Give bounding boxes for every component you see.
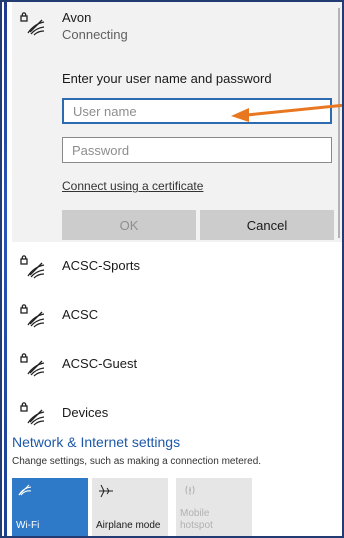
network-flyout: Avon Connecting Enter your user name and… [0, 0, 344, 538]
cancel-button[interactable]: Cancel [200, 210, 334, 240]
wifi-icon [18, 484, 32, 496]
airplane-icon [99, 484, 113, 498]
network-item[interactable]: ACSC-Sports [12, 243, 342, 291]
network-status: Connecting [62, 27, 128, 42]
connecting-network-item: Avon Connecting Enter your user name and… [12, 2, 342, 242]
secured-wifi-icon [20, 304, 45, 328]
network-settings-link[interactable]: Network & Internet settings [12, 434, 180, 450]
scrollbar[interactable] [338, 8, 340, 238]
network-item[interactable]: ACSC-Guest [12, 341, 342, 389]
network-name: Avon [62, 10, 92, 25]
credential-prompt: Enter your user name and password [62, 71, 272, 86]
wifi-label: Wi-Fi [16, 520, 40, 531]
secured-wifi-icon [20, 353, 45, 377]
hotspot-label: Mobile hotspot [180, 508, 213, 532]
network-name: ACSC [62, 307, 99, 322]
connect-certificate-link[interactable]: Connect using a certificate [62, 179, 203, 193]
secured-wifi-icon [20, 402, 45, 426]
hotspot-label-line1: Mobile [180, 508, 210, 519]
ok-button[interactable]: OK [62, 210, 196, 240]
quick-actions: Wi-Fi Airplane mode Mobile hotspot [12, 478, 342, 536]
annotation-arrow [231, 103, 342, 122]
network-item[interactable]: Devices [12, 390, 342, 438]
hotspot-label-line2: hotspot [180, 520, 213, 531]
password-input[interactable] [62, 137, 332, 163]
airplane-mode-toggle[interactable]: Airplane mode [92, 478, 168, 536]
network-name: ACSC-Guest [62, 356, 138, 371]
network-item[interactable]: ACSC [12, 292, 342, 340]
wifi-toggle[interactable]: Wi-Fi [12, 478, 88, 536]
desktop-edge [4, 2, 7, 536]
network-settings-description: Change settings, such as making a connec… [12, 456, 262, 467]
secured-wifi-icon [20, 255, 45, 279]
network-name: Devices [62, 405, 109, 420]
airplane-label: Airplane mode [96, 520, 161, 531]
mobile-hotspot-toggle[interactable]: Mobile hotspot [176, 478, 252, 536]
network-name: ACSC-Sports [62, 258, 141, 273]
hotspot-icon [185, 485, 195, 495]
secured-wifi-icon [20, 12, 45, 36]
network-panel: Avon Connecting Enter your user name and… [12, 2, 342, 536]
